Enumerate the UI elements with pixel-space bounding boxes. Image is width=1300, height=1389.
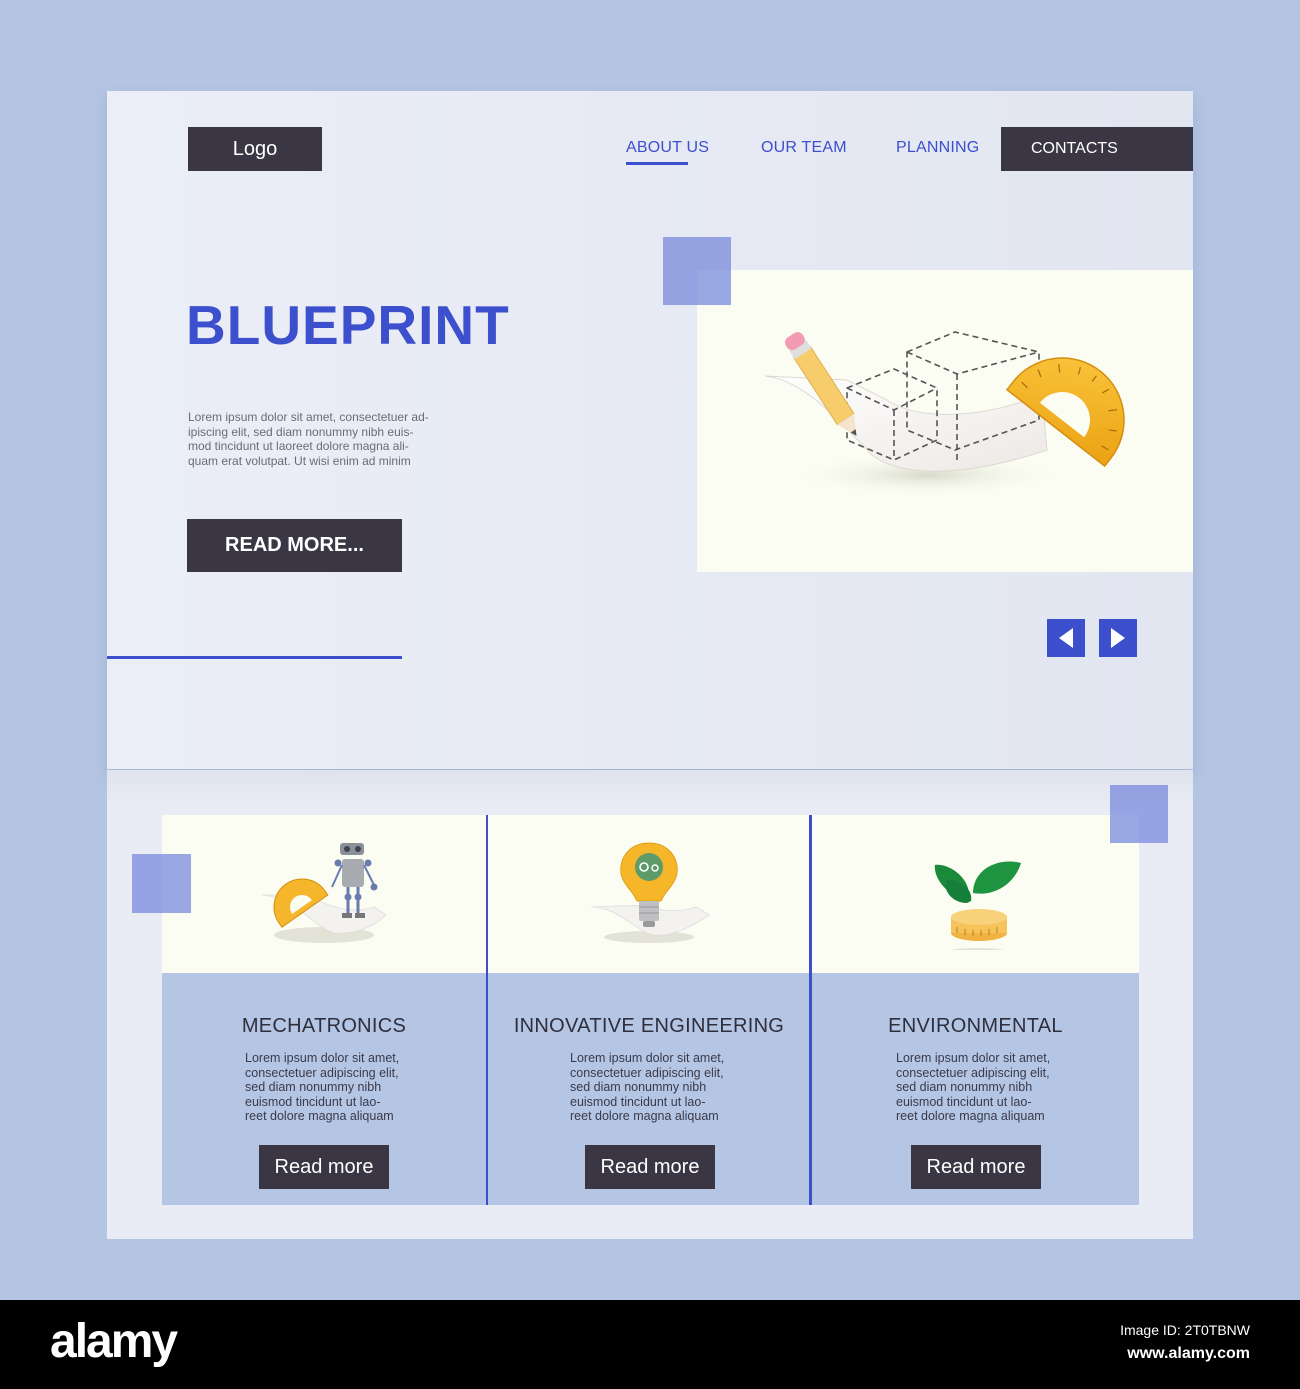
card-description: Lorem ipsum dolor sit amet, consectetuer… bbox=[896, 1051, 1071, 1124]
next-slide-button[interactable] bbox=[1099, 619, 1137, 657]
card-description-line: sed diam nonummy nibh bbox=[896, 1080, 1033, 1094]
logo-label: Logo bbox=[232, 137, 278, 160]
card-description-line: euismod tincidunt ut lao- bbox=[570, 1094, 706, 1109]
arrow-left-icon bbox=[1059, 628, 1073, 648]
card-image-area bbox=[162, 815, 486, 973]
hero-description-line: quam erat volutpat. Ut wisi enim ad mini… bbox=[188, 453, 411, 468]
read-more-label: READ MORE... bbox=[225, 534, 364, 556]
nav-active-indicator bbox=[626, 162, 688, 165]
card-description-line: euismod tincidunt ut lao- bbox=[245, 1094, 381, 1109]
lightbulb-gears-icon bbox=[590, 842, 710, 943]
hero-description-line: ipiscing elit, sed diam nonummy nibh eui… bbox=[188, 424, 414, 439]
decorative-square bbox=[132, 854, 191, 913]
card-image-area bbox=[488, 815, 810, 973]
card-description-line: sed diam nonummy nibh bbox=[245, 1080, 382, 1094]
nav-our-team[interactable]: OUR TEAM bbox=[761, 139, 847, 157]
card-read-more-label: Read more bbox=[600, 1155, 700, 1178]
watermark-url: www.alamy.com bbox=[1127, 1345, 1250, 1362]
decorative-square bbox=[1110, 785, 1168, 843]
read-more-button[interactable]: READ MORE... bbox=[187, 519, 402, 572]
card-description-line: consectetuer adipiscing elit, bbox=[570, 1065, 724, 1080]
hero-description: Lorem ipsum dolor sit amet, consectetuer… bbox=[188, 410, 458, 468]
card-read-more-button[interactable]: Read more bbox=[911, 1145, 1041, 1189]
card-description-line: Lorem ipsum dolor sit amet, bbox=[896, 1051, 1051, 1065]
card-description-line: consectetuer adipiscing elit, bbox=[245, 1065, 399, 1080]
blueprint-illustration-icon bbox=[764, 331, 1125, 497]
feature-card-environmental: ENVIRONMENTAL Lorem ipsum dolor sit amet… bbox=[812, 815, 1139, 1205]
sprout-tape-measure-icon bbox=[934, 861, 1021, 950]
hero-description-line: Lorem ipsum dolor sit amet, consectetuer… bbox=[188, 410, 429, 424]
card-description-line: consectetuer adipiscing elit, bbox=[896, 1065, 1050, 1080]
card-description-line: reet dolore magna aliquam bbox=[245, 1109, 394, 1123]
watermark-image-id: Image ID: 2T0TBNW bbox=[1120, 1322, 1250, 1338]
decorative-square bbox=[663, 237, 731, 305]
contacts-button[interactable]: CONTACTS bbox=[1001, 127, 1193, 171]
card-title: MECHATRONICS bbox=[241, 1015, 407, 1037]
card-description-line: sed diam nonummy nibh bbox=[570, 1080, 707, 1094]
prev-slide-button[interactable] bbox=[1047, 619, 1085, 657]
card-description: Lorem ipsum dolor sit amet, consectetuer… bbox=[570, 1051, 745, 1124]
hero-image bbox=[697, 270, 1193, 572]
card-description-line: reet dolore magna aliquam bbox=[570, 1109, 719, 1123]
watermark-footer bbox=[0, 1300, 1300, 1389]
nav-planning[interactable]: PLANNING bbox=[896, 139, 979, 157]
card-description-line: euismod tincidunt ut lao- bbox=[896, 1094, 1032, 1109]
card-description: Lorem ipsum dolor sit amet, consectetuer… bbox=[245, 1051, 420, 1124]
nav-about-us[interactable]: ABOUT US bbox=[626, 139, 709, 157]
feature-card-mechatronics: MECHATRONICS Lorem ipsum dolor sit amet,… bbox=[162, 815, 486, 1205]
card-description-line: Lorem ipsum dolor sit amet, bbox=[570, 1051, 725, 1065]
card-title: INNOVATIVE ENGINEERING bbox=[513, 1015, 785, 1037]
card-read-more-button[interactable]: Read more bbox=[585, 1145, 715, 1189]
robot-protractor-icon bbox=[261, 843, 387, 943]
hero-description-line: mod tincidunt ut laoreet dolore magna al… bbox=[188, 439, 409, 453]
logo[interactable]: Logo bbox=[188, 127, 322, 171]
contacts-label: CONTACTS bbox=[1031, 140, 1118, 157]
card-title: ENVIRONMENTAL bbox=[888, 1015, 1063, 1037]
card-read-more-label: Read more bbox=[274, 1155, 374, 1178]
card-description-line: reet dolore magna aliquam bbox=[896, 1109, 1045, 1123]
card-read-more-button[interactable]: Read more bbox=[259, 1145, 389, 1189]
hero-divider-line bbox=[107, 656, 402, 659]
card-read-more-label: Read more bbox=[926, 1155, 1026, 1178]
card-description-line: Lorem ipsum dolor sit amet, bbox=[245, 1051, 400, 1065]
watermark-brand: alamy bbox=[50, 1315, 178, 1368]
arrow-right-icon bbox=[1111, 628, 1125, 648]
feature-card-innovative-engineering: INNOVATIVE ENGINEERING Lorem ipsum dolor… bbox=[488, 815, 810, 1205]
card-image-area bbox=[812, 815, 1139, 973]
hero-title: BLUEPRINT bbox=[186, 294, 510, 356]
